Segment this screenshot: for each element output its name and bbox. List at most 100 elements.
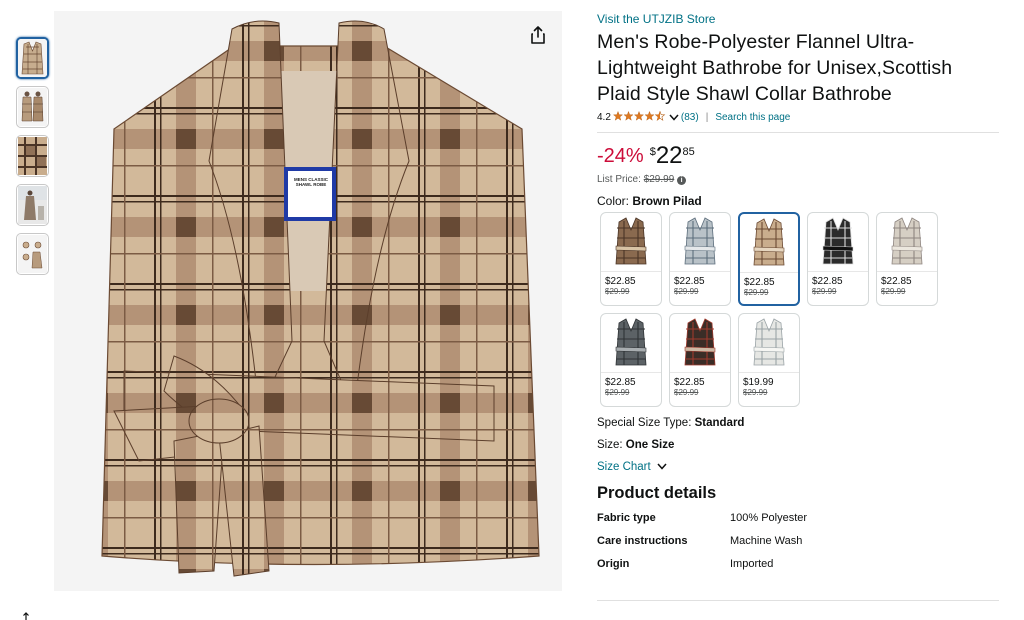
red-black-plaid-robe [670,314,730,373]
color-swatch[interactable]: $22.85 $29.99 [669,212,731,306]
swatch-price: $22.85 [605,276,636,287]
list-price-value: $29.99 [643,174,675,185]
special-size-label: Special Size Type: [597,417,692,429]
special-size-value: Standard [694,417,745,429]
details-value: Imported [730,558,774,570]
size-chart-label: Size Chart [597,461,651,473]
details-key: Origin [597,558,630,570]
color-swatch[interactable]: $22.85 $29.99 [807,212,869,306]
plaid-robe-image [54,11,562,591]
charcoal-plaid-robe [601,314,661,373]
swatch-price: $19.99 [743,377,774,388]
grey-blue-plaid-robe [670,213,730,272]
color-swatch[interactable]: $22.85 $29.99 [669,313,731,407]
robe-swatch-icon [615,318,647,366]
color-swatch[interactable]: $22.85 $29.99 [600,313,662,407]
product-title: Men's Robe-Polyester Flannel Ultra-Light… [597,31,953,105]
info-icon[interactable]: i [677,176,687,185]
robe-swatch-icon [891,217,923,265]
thumbnail-lifestyle-photo[interactable] [16,184,49,226]
robe-tag-label: MENS CLASSIC SHAWL ROBE [293,177,328,187]
details-row: Care instructions Machine Wash [597,534,999,548]
separator: | [705,112,709,123]
swatch-list-price: $29.99 [674,388,699,397]
thumbnail-fabric-closeup[interactable] [16,135,49,177]
size-row: Size: One Size [597,438,999,453]
swatch-list-price: $29.99 [881,287,906,296]
swatch-list-price: $29.99 [605,287,630,296]
lifestyle-thumbnail-image [18,186,47,224]
swatch-list-price: $29.99 [812,287,837,296]
product-details-table: Fabric type 100% Polyester Care instructio… [597,511,999,571]
swatch-list-price: $29.99 [744,288,769,297]
divider [597,600,999,601]
color-swatch[interactable]: $22.85 $29.99 [600,212,662,306]
swatch-price: $22.85 [881,276,912,287]
color-label: Color: Brown Pilad [597,194,999,209]
swatch-list-price: $29.99 [674,287,699,296]
price-row: -24% $ 22 85 [597,144,999,170]
thumbnail-list [16,37,49,282]
star-icon [612,110,666,121]
black-white-plaid-robe [808,213,868,272]
details-row: Origin Imported [597,557,999,571]
store-link[interactable]: Visit the UTJZIB Store [597,12,999,27]
robe-swatch-icon [615,217,647,265]
current-price: $ 22 85 [650,144,695,168]
light-grey-plaid-robe [739,314,799,373]
color-swatch[interactable]: $19.99 $29.99 [738,313,800,407]
swatch-list-price: $29.99 [605,388,630,397]
beige-grey-plaid-robe [877,213,937,272]
search-this-page-link[interactable]: Search this page [715,111,790,125]
details-value: 100% Polyester [730,512,808,524]
discount-percent: -24% [597,145,644,167]
product-details-heading: Product details [597,484,717,502]
share-icon-partial[interactable] [20,612,32,620]
main-product-image[interactable]: MENS CLASSIC SHAWL ROBE [54,11,562,591]
special-size-type: Special Size Type: Standard [597,416,999,431]
share-icon [531,26,545,44]
thumbnail-robe-front[interactable] [16,37,49,79]
color-label-text: Color: [597,194,630,208]
brown-dark-plaid-robe [601,213,661,272]
size-value: One Size [625,439,675,451]
divider [597,132,999,133]
product-info-panel: Visit the UTJZIB Store Men's Robe-Polyes… [597,12,999,580]
robe-thumbnail-image [18,39,47,77]
details-key: Fabric type [597,512,656,524]
swatch-price: $22.85 [605,377,636,388]
robe-swatch-icon [753,318,785,366]
review-count-link[interactable]: (83) [681,111,699,125]
color-swatch[interactable]: $22.85 $29.99 [876,212,938,306]
chevron-down-icon [657,462,667,473]
fabric-thumbnail-image [18,137,47,175]
price-whole: 22 [655,142,683,169]
rating-row: 4.2 (83) | Search this page [597,110,999,125]
list-price: List Price: $29.99 i [597,173,999,187]
robe-swatch-icon [753,218,785,266]
swatch-price: $22.85 [744,277,775,288]
thumbnail-package-contents[interactable] [16,233,49,275]
swatch-price: $22.85 [674,377,705,388]
price-fraction: 85 [682,146,695,158]
robe-swatch-icon [822,217,854,265]
selected-color-name: Brown Pilad [632,194,702,208]
size-label: Size: [597,439,623,451]
color-swatch[interactable]: $22.85 $29.99 [738,212,800,306]
brown-plaid-robe [740,214,798,273]
chevron-down-icon[interactable] [669,111,679,125]
swatch-list-price: $29.99 [743,388,768,397]
share-button[interactable] [526,23,550,47]
swatch-price: $22.85 [674,276,705,287]
details-row: Fabric type 100% Polyester [597,511,999,525]
star-rating-icon[interactable] [612,110,667,125]
model-thumbnail-image [18,88,47,126]
list-price-label: List Price: [597,174,641,185]
details-key: Care instructions [597,535,688,547]
robe-swatch-icon [684,318,716,366]
swatch-price: $22.85 [812,276,843,287]
color-swatch-grid: $22.85 $29.99 $22.85 $29.99 $22.85 $29.99 $22.… [597,212,999,409]
size-chart-link[interactable]: Size Chart [597,460,667,475]
rating-value: 4.2 [597,112,611,123]
thumbnail-model-photo[interactable] [16,86,49,128]
